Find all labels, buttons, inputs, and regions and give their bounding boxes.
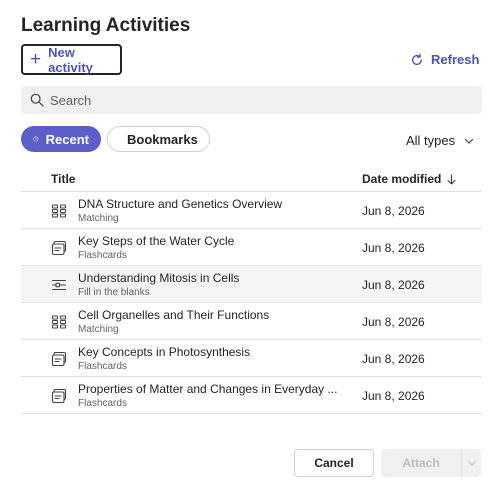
table-header: Title Date modified — [21, 164, 482, 192]
date-column-label: Date modified — [362, 172, 442, 186]
refresh-icon — [411, 53, 423, 65]
activity-title: Understanding Mitosis in Cells — [78, 271, 240, 285]
activity-type: Matching — [78, 324, 119, 335]
bookmarks-filter-button[interactable]: Bookmarks — [107, 126, 210, 152]
activity-date: Jun 8, 2026 — [362, 204, 425, 218]
activity-title: Key Steps of the Water Cycle — [78, 234, 235, 248]
activity-date: Jun 8, 2026 — [362, 278, 425, 292]
new-activity-label: New activity — [48, 44, 93, 75]
refresh-button[interactable]: Refresh — [410, 52, 479, 67]
activity-type: Matching — [78, 213, 119, 224]
title-column-header[interactable]: Title — [51, 172, 75, 186]
activity-title: DNA Structure and Genetics Overview — [78, 197, 283, 211]
search-input[interactable] — [50, 92, 450, 108]
activity-type: Flashcards — [78, 361, 127, 372]
recent-filter-button[interactable]: Recent — [21, 126, 101, 152]
chevron-down-icon[interactable] — [467, 458, 477, 468]
table-row[interactable]: Key Steps of the Water Cycle Flashcards … — [21, 229, 482, 266]
chevron-down-icon — [465, 138, 474, 144]
flashcards-icon — [51, 240, 67, 256]
bookmarks-label: Bookmarks — [127, 131, 198, 147]
date-column-header[interactable]: Date modified — [362, 172, 456, 186]
activity-type: Flashcards — [78, 250, 127, 261]
attach-divider — [461, 449, 462, 477]
activity-type: Fill in the blanks — [78, 287, 150, 298]
activity-date: Jun 8, 2026 — [362, 315, 425, 329]
recent-label: Recent — [45, 131, 89, 147]
cancel-button[interactable]: Cancel — [294, 449, 374, 477]
activity-list: DNA Structure and Genetics Overview Matc… — [21, 192, 482, 414]
table-row[interactable]: Properties of Matter and Changes in Ever… — [21, 377, 482, 414]
table-row[interactable]: Key Concepts in Photosynthesis Flashcard… — [21, 340, 482, 377]
flashcards-icon — [51, 388, 67, 404]
clock-icon — [33, 136, 39, 142]
refresh-label: Refresh — [431, 52, 480, 67]
activity-title: Key Concepts in Photosynthesis — [78, 345, 251, 359]
activity-date: Jun 8, 2026 — [362, 352, 425, 366]
type-filter-dropdown[interactable]: All types — [406, 133, 474, 148]
activity-title: Properties of Matter and Changes in Ever… — [78, 382, 338, 396]
matching-icon — [51, 315, 67, 329]
search-icon — [30, 93, 44, 107]
type-filter-value: All types — [406, 133, 456, 148]
plus-icon: + — [30, 49, 42, 70]
table-row[interactable]: Understanding Mitosis in Cells Fill in t… — [21, 266, 482, 303]
flashcards-icon — [51, 351, 67, 367]
attach-label: Attach — [402, 456, 440, 470]
matching-icon — [51, 204, 67, 218]
new-activity-button[interactable]: + New activity — [21, 44, 122, 75]
page-title: Learning Activities — [21, 15, 191, 36]
activity-date: Jun 8, 2026 — [362, 389, 425, 403]
arrow-down-icon — [447, 173, 456, 185]
table-row[interactable]: DNA Structure and Genetics Overview Matc… — [21, 192, 482, 229]
attach-button[interactable]: Attach — [381, 449, 481, 477]
search-box[interactable] — [21, 86, 482, 114]
activity-type: Flashcards — [78, 398, 127, 409]
activity-title: Cell Organelles and Their Functions — [78, 308, 270, 322]
fill-blanks-icon — [51, 279, 67, 291]
activity-date: Jun 8, 2026 — [362, 241, 425, 255]
table-row[interactable]: Cell Organelles and Their Functions Matc… — [21, 303, 482, 340]
